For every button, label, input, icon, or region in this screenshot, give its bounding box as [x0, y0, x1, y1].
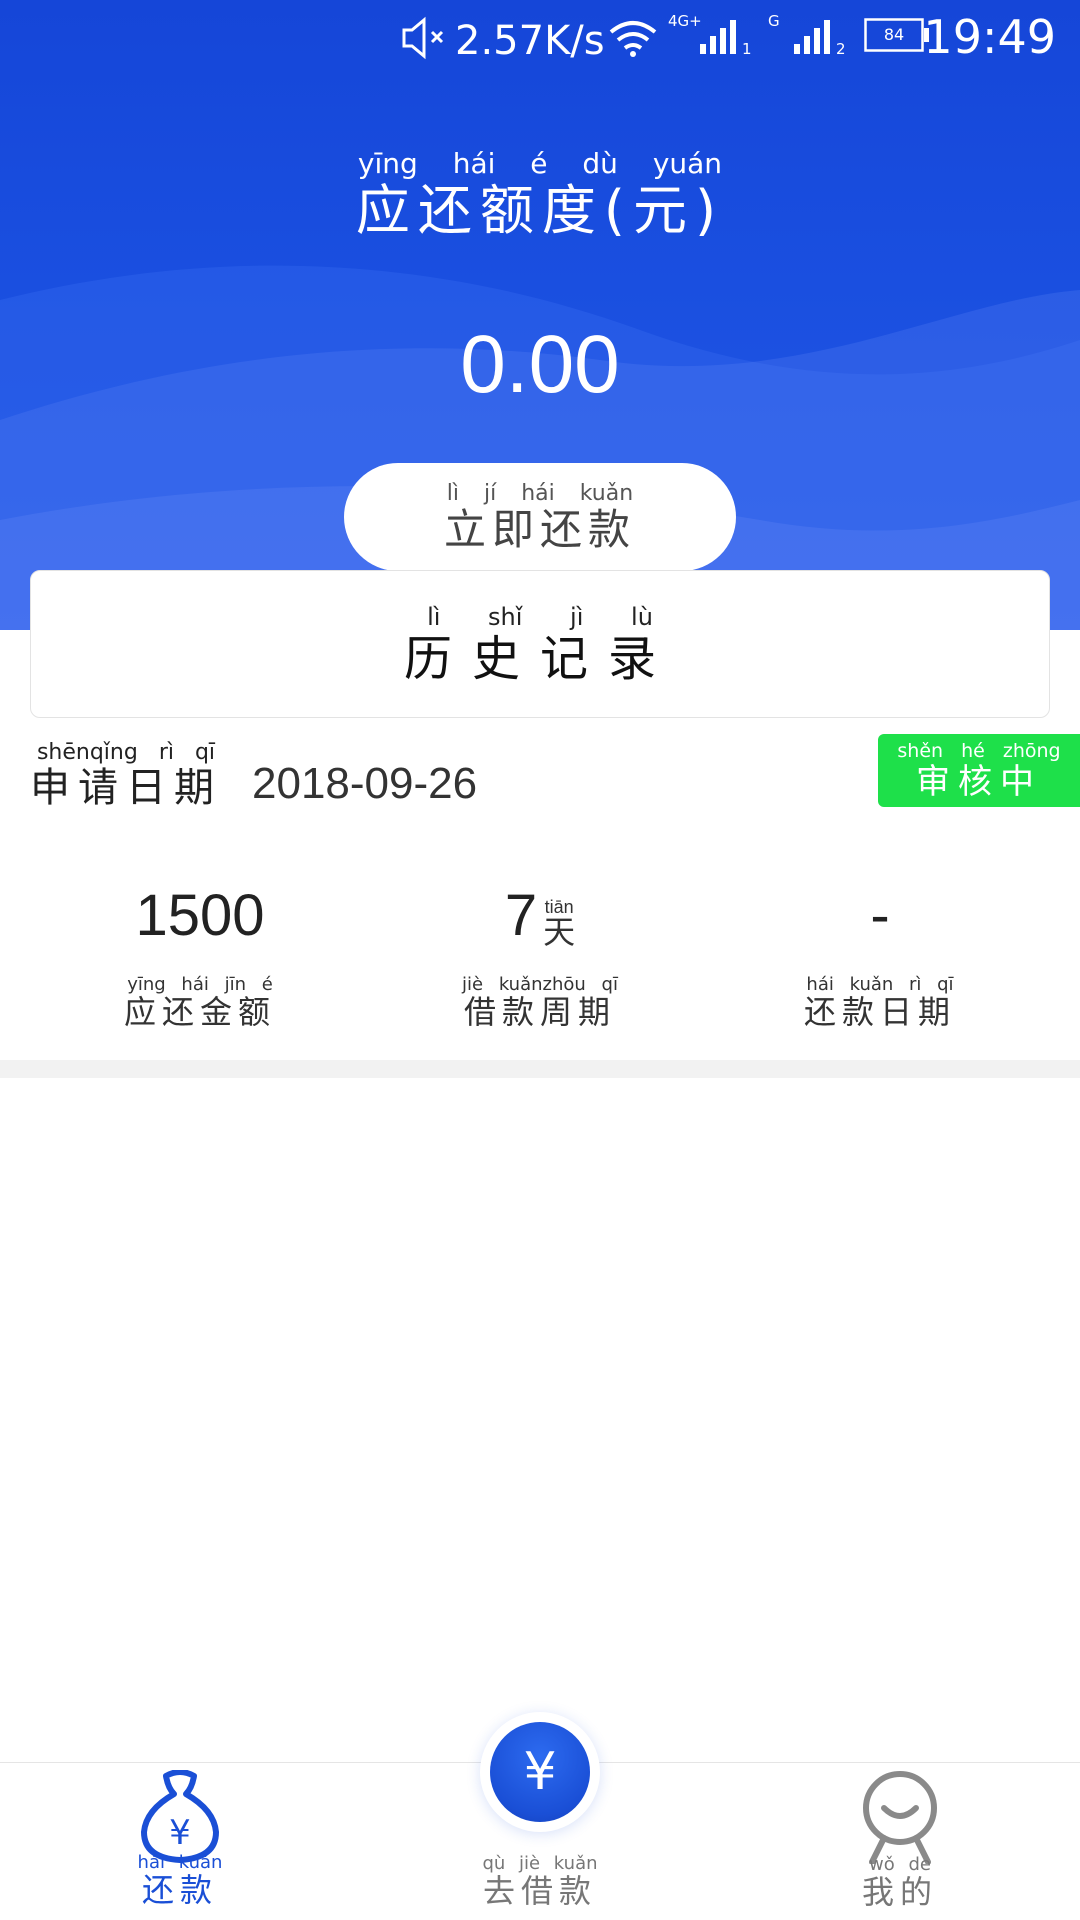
- repay-now-button[interactable]: lì jí hái kuǎn 立即还款: [344, 463, 736, 571]
- loan-period-label-pinyin: jiè kuǎnzhōu qī: [462, 974, 618, 995]
- repay-date-label: 还款日期: [803, 993, 956, 1031]
- signal-icon-sim2: G 2: [766, 12, 850, 58]
- loan-period-value: 7: [504, 883, 538, 948]
- signal-bars-icon: [794, 20, 830, 54]
- network-type-label: G: [768, 12, 780, 30]
- nav-borrow-label: 去借款: [482, 1872, 597, 1910]
- signal-bars-icon: [700, 20, 736, 54]
- repay-now-pinyin: lì jí hái kuǎn: [446, 481, 634, 506]
- sim-number: 1: [742, 40, 752, 58]
- repay-amount-label: 应还金额: [123, 993, 276, 1031]
- yuan-symbol: ¥: [169, 1813, 191, 1853]
- status-label: 审核中: [915, 762, 1042, 802]
- wifi-icon: [609, 21, 657, 57]
- nav-repay-label: 还款: [141, 1871, 218, 1909]
- stat-repay-amount: 1500 yīng hái jīn é 应还金额: [20, 880, 380, 1028]
- status-pinyin: shěn hé zhōng: [897, 740, 1061, 762]
- section-divider: [0, 1060, 1080, 1078]
- battery-icon: 84: [864, 18, 930, 52]
- battery-level: 84: [883, 25, 905, 44]
- nav-mine-label: 我的: [861, 1873, 938, 1911]
- loan-stats: 1500 yīng hái jīn é 应还金额 7 tiān 天 jiè kuǎn…: [0, 880, 1080, 1030]
- amount-title-text: 应还额度(元): [355, 179, 725, 242]
- repay-amount-value: 1500: [135, 883, 265, 948]
- loan-period-label: 借款周期: [463, 993, 616, 1031]
- stat-loan-period: 7 tiān 天 jiè kuǎnzhōu qī 借款周期: [360, 880, 720, 1028]
- history-record-button[interactable]: lì shǐ jì lù 历史记录: [30, 570, 1050, 718]
- nav-tab-borrow[interactable]: qù jiè kuǎn 去借款: [470, 1853, 610, 1910]
- loan-period-unit: 天: [543, 914, 576, 950]
- person-icon: [863, 1771, 937, 1864]
- application-date-label-pinyin: shēnqǐng rì qī: [36, 740, 216, 765]
- borrow-fab-yuan-icon[interactable]: ¥: [490, 1722, 590, 1822]
- repay-now-label: 立即还款: [443, 505, 636, 554]
- amount-title: yīng hái é dù yuán 应还额度(元): [0, 150, 1080, 238]
- sim-number: 2: [836, 40, 846, 58]
- application-date-value: 2018-09-26: [252, 759, 478, 808]
- stat-repay-date: - hái kuǎn rì qī 还款日期: [700, 880, 1060, 1028]
- amount-title-pinyin: yīng hái é dù yuán: [357, 147, 723, 180]
- signal-icon-sim1: 4G+ 1: [668, 12, 752, 58]
- repay-date-value: -: [870, 883, 890, 948]
- nav-tab-mine[interactable]: wǒ de 我的: [830, 1770, 970, 1908]
- nav-repay-pinyin: hái kuǎn: [137, 1852, 223, 1873]
- mute-icon: [402, 16, 444, 60]
- status-badge: shěn hé zhōng 审核中: [878, 734, 1080, 807]
- amount-value: 0.00: [460, 319, 620, 410]
- history-label: 历史记录: [403, 631, 676, 687]
- repay-amount-label-pinyin: yīng hái jīn é: [127, 974, 273, 995]
- nav-mine-pinyin: wǒ de: [869, 1854, 931, 1875]
- money-bag-icon: ¥: [141, 1770, 219, 1863]
- network-speed: 2.57K/s: [455, 18, 605, 64]
- network-type-label: 4G+: [668, 12, 702, 30]
- repay-date-label-pinyin: hái kuǎn rì qī: [806, 974, 954, 995]
- application-date-label: 申请日期: [30, 765, 222, 811]
- balance-header: 2.57K/s 4G+ 1 G 2 84 19:49 yīng hái é dù…: [0, 0, 1080, 630]
- history-pinyin: lì shǐ jì lù: [427, 603, 653, 631]
- nav-borrow-pinyin: qù jiè kuǎn: [482, 1853, 598, 1874]
- nav-tab-repay[interactable]: ¥ hái kuǎn 还款: [110, 1770, 250, 1906]
- clock: 19:49: [923, 10, 1056, 64]
- application-date-row: shēnqǐng rì qī 申请日期 2018-09-26: [30, 728, 478, 811]
- status-bar: 2.57K/s 4G+ 1 G 2 84 19:49: [0, 0, 1080, 78]
